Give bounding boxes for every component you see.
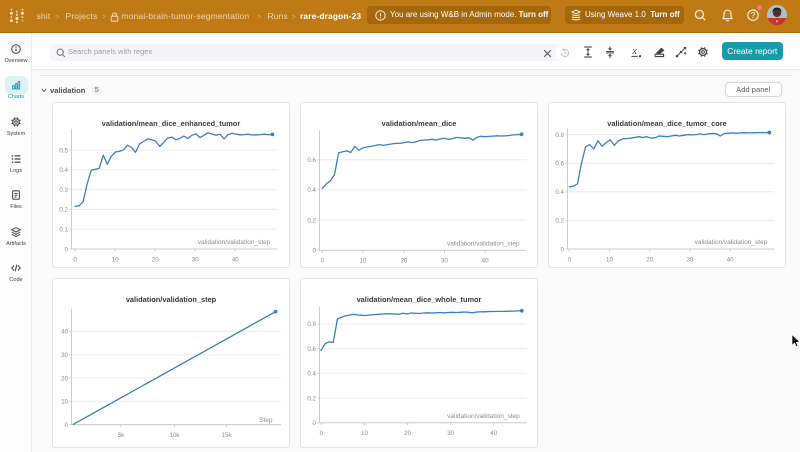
svg-text:40: 40 (482, 258, 489, 265)
svg-text:20: 20 (646, 256, 653, 263)
svg-text:0.8: 0.8 (307, 321, 316, 328)
svg-text:0: 0 (313, 420, 317, 427)
svg-text:10: 10 (61, 399, 68, 406)
svg-text:0.4: 0.4 (59, 167, 68, 174)
svg-text:0: 0 (65, 422, 69, 429)
svg-text:0: 0 (568, 256, 572, 263)
svg-text:30: 30 (192, 256, 199, 263)
svg-text:30: 30 (686, 256, 693, 263)
svg-text:validation/validation_step: validation/validation_step (695, 239, 768, 246)
svg-text:10: 10 (361, 430, 368, 437)
svg-text:5k: 5k (118, 432, 125, 439)
svg-text:validation/mean_dice_whole_tum: validation/mean_dice_whole_tumor (357, 295, 482, 304)
svg-text:20: 20 (152, 256, 159, 263)
svg-text:40: 40 (61, 329, 68, 336)
svg-text:0.4: 0.4 (555, 189, 564, 196)
svg-text:30: 30 (441, 258, 448, 265)
svg-text:20: 20 (400, 258, 407, 265)
svg-text:0: 0 (65, 246, 69, 253)
svg-text:10: 10 (606, 256, 613, 263)
svg-text:x: x (631, 46, 637, 56)
svg-text:20: 20 (404, 430, 411, 437)
svg-text:0.2: 0.2 (307, 395, 316, 402)
svg-text:15k: 15k (222, 432, 233, 439)
svg-text:validation/validation_step: validation/validation_step (447, 413, 520, 420)
svg-text:0.2: 0.2 (59, 207, 68, 214)
svg-text:40: 40 (727, 256, 734, 263)
svg-text:10: 10 (359, 258, 366, 265)
svg-text:20: 20 (61, 375, 68, 382)
svg-text:validation/validation_step: validation/validation_step (126, 295, 217, 304)
svg-text:0.6: 0.6 (307, 157, 316, 164)
svg-text:40: 40 (232, 256, 239, 263)
svg-text:validation/mean_dice_tumor_cor: validation/mean_dice_tumor_core (607, 119, 727, 128)
svg-text:0.3: 0.3 (59, 187, 68, 194)
svg-text:validation/validation_step: validation/validation_step (447, 241, 520, 248)
svg-text:30: 30 (61, 352, 68, 359)
svg-text:0: 0 (320, 430, 324, 437)
svg-text:0: 0 (321, 258, 325, 265)
svg-text:10: 10 (112, 256, 119, 263)
svg-text:30: 30 (447, 430, 454, 437)
svg-text:Step: Step (259, 417, 273, 424)
svg-text:0: 0 (73, 256, 77, 263)
svg-text:0.2: 0.2 (555, 218, 564, 225)
svg-text:0.6: 0.6 (307, 346, 316, 353)
svg-text:0.4: 0.4 (307, 187, 316, 194)
svg-text:0: 0 (313, 248, 317, 255)
svg-text:0.5: 0.5 (59, 147, 68, 154)
svg-text:validation/mean_dice_enhanced_: validation/mean_dice_enhanced_tumor (102, 119, 241, 128)
svg-text:0.1: 0.1 (59, 227, 68, 234)
svg-text:validation/mean_dice: validation/mean_dice (382, 119, 457, 128)
svg-text:0: 0 (561, 246, 565, 253)
svg-text:40: 40 (490, 430, 497, 437)
svg-text:validation/validation_step: validation/validation_step (198, 239, 271, 246)
svg-text:0.6: 0.6 (555, 161, 564, 168)
svg-text:0.8: 0.8 (555, 132, 564, 139)
svg-text:10k: 10k (170, 432, 181, 439)
svg-text:0.2: 0.2 (307, 217, 316, 224)
svg-text:0.4: 0.4 (307, 371, 316, 378)
svg-text:?: ? (751, 10, 756, 20)
